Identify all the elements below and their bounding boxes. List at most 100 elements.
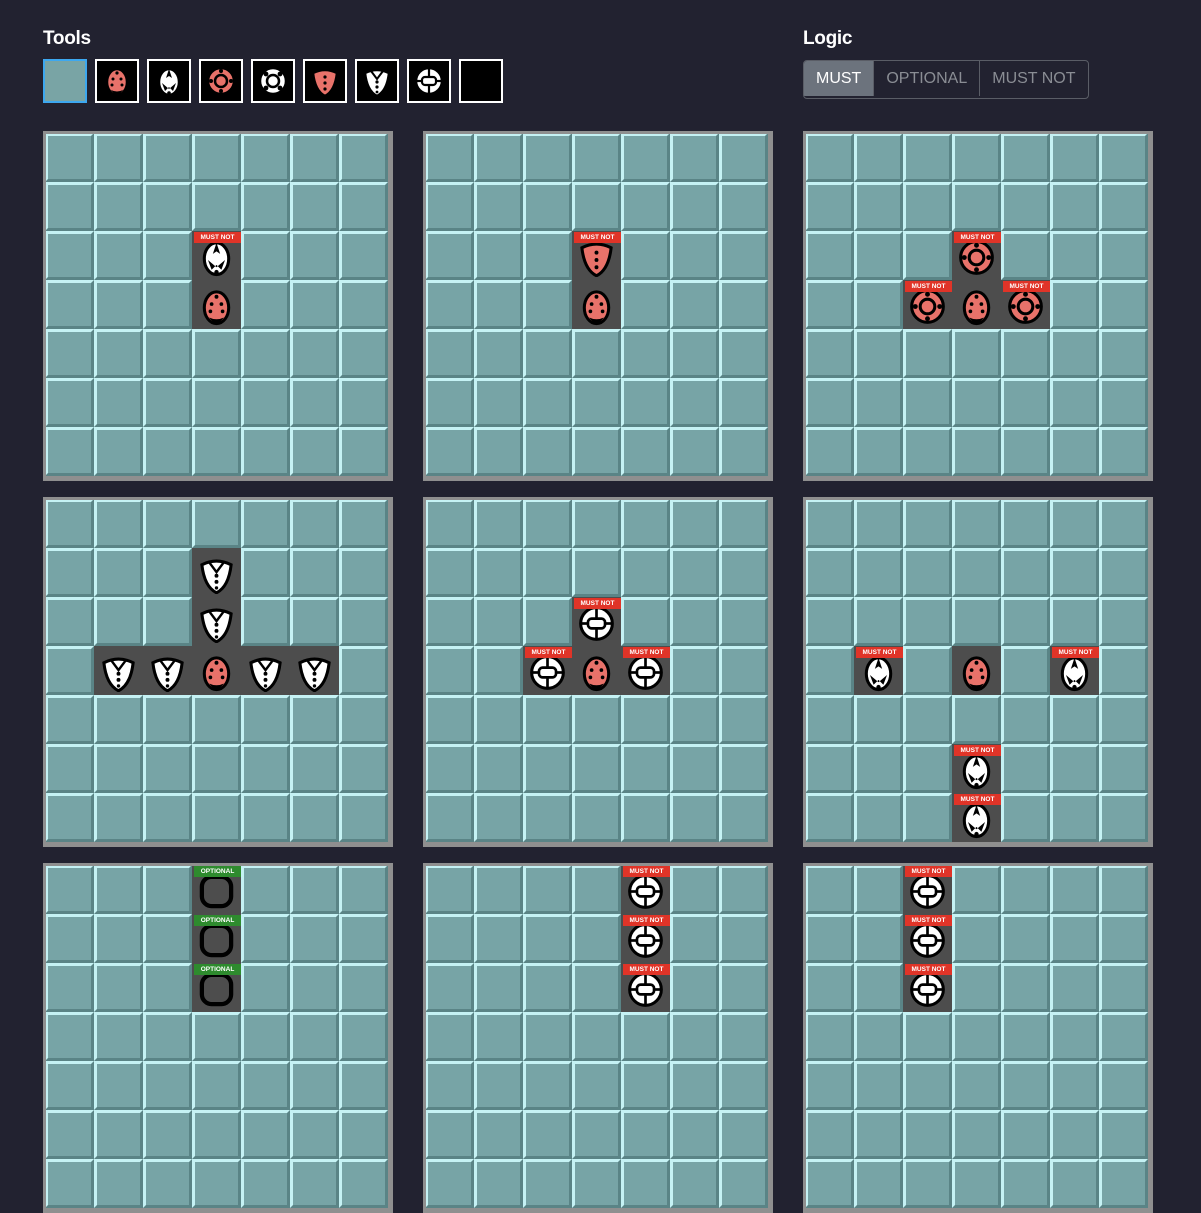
grid-cell[interactable] — [290, 866, 339, 914]
tool-red-ladybug[interactable] — [95, 59, 139, 103]
grid-cell[interactable] — [46, 1012, 94, 1061]
grid-cell[interactable] — [523, 1159, 572, 1208]
grid-cell[interactable] — [523, 914, 572, 963]
grid-cell[interactable] — [806, 182, 854, 231]
grid-cell[interactable] — [339, 182, 388, 231]
grid-cell[interactable] — [806, 329, 854, 378]
grid-cell-filled[interactable]: MUST NOT — [523, 646, 572, 695]
grid-cell[interactable] — [670, 378, 719, 427]
grid-cell[interactable] — [572, 134, 621, 182]
grid-cell[interactable] — [339, 231, 388, 280]
grid-cell[interactable] — [621, 134, 670, 182]
grid-cell[interactable] — [1050, 695, 1099, 744]
grid-cell[interactable] — [572, 182, 621, 231]
grid-cell[interactable] — [46, 914, 94, 963]
grid-cell[interactable] — [192, 1061, 241, 1110]
tool-white-spotted-beetle[interactable] — [355, 59, 399, 103]
grid-cell[interactable] — [903, 329, 952, 378]
grid-cell[interactable] — [192, 378, 241, 427]
grid-cell[interactable] — [426, 280, 474, 329]
tool-white-shell-beetle[interactable] — [407, 59, 451, 103]
grid-cell[interactable] — [290, 427, 339, 476]
grid-cell[interactable] — [474, 866, 523, 914]
grid-cell[interactable] — [94, 500, 143, 548]
grid-cell[interactable] — [670, 866, 719, 914]
grid-cell[interactable] — [572, 1110, 621, 1159]
grid-cell[interactable] — [290, 1110, 339, 1159]
grid-cell[interactable] — [94, 1012, 143, 1061]
grid-cell[interactable] — [94, 744, 143, 793]
grid-cell[interactable] — [241, 1159, 290, 1208]
grid-cell[interactable] — [1050, 427, 1099, 476]
grid-cell[interactable] — [1001, 231, 1050, 280]
grid-cell[interactable] — [94, 280, 143, 329]
grid-cell[interactable] — [572, 329, 621, 378]
grid-cell[interactable] — [290, 963, 339, 1012]
grid-cell[interactable] — [241, 182, 290, 231]
grid-cell[interactable] — [621, 597, 670, 646]
grid-cell[interactable] — [143, 1159, 192, 1208]
grid-cell[interactable] — [903, 695, 952, 744]
grid-cell[interactable] — [572, 1159, 621, 1208]
grid-cell[interactable] — [1001, 695, 1050, 744]
grid-cell[interactable] — [523, 329, 572, 378]
grid-cell[interactable] — [192, 500, 241, 548]
grid-cell[interactable] — [241, 134, 290, 182]
grid-cell[interactable] — [806, 1110, 854, 1159]
grid-cell[interactable] — [143, 1061, 192, 1110]
grid-cell[interactable] — [523, 695, 572, 744]
grid-cell[interactable] — [806, 1061, 854, 1110]
grid-cell[interactable] — [523, 378, 572, 427]
grid-cell[interactable] — [806, 548, 854, 597]
grid-cell[interactable] — [719, 134, 768, 182]
grid-cell[interactable] — [719, 280, 768, 329]
grid-cell[interactable] — [670, 646, 719, 695]
grid-cell-filled[interactable] — [192, 280, 241, 329]
grid-cell[interactable] — [903, 1061, 952, 1110]
grid-cell[interactable] — [621, 280, 670, 329]
grid-cell[interactable] — [806, 500, 854, 548]
grid-cell[interactable] — [143, 548, 192, 597]
grid-cell[interactable] — [46, 134, 94, 182]
grid-cell[interactable] — [1001, 793, 1050, 842]
grid-cell[interactable] — [94, 1110, 143, 1159]
grid-cell[interactable] — [290, 793, 339, 842]
grid-cell-filled[interactable]: MUST NOT — [192, 231, 241, 280]
grid-cell[interactable] — [474, 329, 523, 378]
tool-rounded-square[interactable] — [459, 59, 503, 103]
grid-cell[interactable] — [719, 646, 768, 695]
grid-cell[interactable] — [806, 914, 854, 963]
grid-cell[interactable] — [952, 427, 1001, 476]
grid-cell[interactable] — [241, 329, 290, 378]
grid-cell[interactable] — [241, 914, 290, 963]
grid-cell[interactable] — [1050, 963, 1099, 1012]
grid-cell[interactable] — [474, 427, 523, 476]
grid-cell[interactable] — [670, 1012, 719, 1061]
grid-cell[interactable] — [339, 548, 388, 597]
grid-cell[interactable] — [1050, 1110, 1099, 1159]
grid-cell[interactable] — [621, 793, 670, 842]
grid-cell[interactable] — [806, 695, 854, 744]
grid-cell[interactable] — [903, 231, 952, 280]
grid-cell[interactable] — [143, 597, 192, 646]
grid-cell[interactable] — [426, 793, 474, 842]
grid-cell[interactable] — [241, 866, 290, 914]
grid-cell-filled[interactable]: MUST NOT — [572, 231, 621, 280]
grid-cell[interactable] — [1099, 427, 1148, 476]
grid-cell[interactable] — [143, 134, 192, 182]
grid-cell[interactable] — [572, 500, 621, 548]
grid-cell[interactable] — [670, 231, 719, 280]
grid-cell[interactable] — [670, 914, 719, 963]
grid-cell[interactable] — [46, 695, 94, 744]
grid-cell[interactable] — [241, 231, 290, 280]
grid-cell[interactable] — [192, 793, 241, 842]
grid-cell[interactable] — [241, 744, 290, 793]
grid-cell[interactable] — [1001, 597, 1050, 646]
grid-cell-filled[interactable] — [143, 646, 192, 695]
grid-cell[interactable] — [572, 914, 621, 963]
grid-cell[interactable] — [719, 963, 768, 1012]
grid-cell[interactable] — [143, 866, 192, 914]
grid-cell[interactable] — [46, 963, 94, 1012]
grid-cell[interactable] — [523, 866, 572, 914]
grid-cell[interactable] — [1050, 744, 1099, 793]
